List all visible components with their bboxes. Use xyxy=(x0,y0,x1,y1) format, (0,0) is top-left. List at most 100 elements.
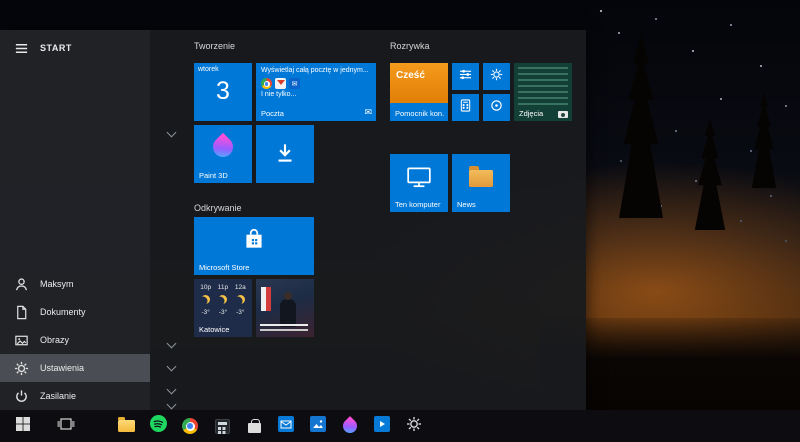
taskbar-chrome[interactable] xyxy=(174,410,206,442)
tile-tips[interactable]: Cześć Pomocnik kon... xyxy=(390,63,448,121)
tree-silhouette xyxy=(618,34,664,218)
taskbar-file-explorer[interactable] xyxy=(110,410,142,442)
rail-item-label: Dokumenty xyxy=(40,307,86,317)
taskbar xyxy=(0,410,800,442)
pinned-apps xyxy=(110,410,430,442)
chevron-down-icon[interactable] xyxy=(166,384,177,395)
taskbar-photos[interactable] xyxy=(302,410,334,442)
taskbar-paint3d[interactable] xyxy=(334,410,366,442)
rail-item-settings[interactable]: Ustawienia xyxy=(0,354,150,382)
chevron-down-icon[interactable] xyxy=(166,361,177,372)
rail-item-label: Obrazy xyxy=(40,335,70,345)
menu-expand-button[interactable]: START xyxy=(0,34,150,62)
tile-label: Poczta xyxy=(261,109,284,118)
calculator-icon xyxy=(214,418,230,434)
paint3d-icon xyxy=(340,416,360,436)
tile-this-pc[interactable]: Ten komputer xyxy=(390,154,448,212)
tile-mail[interactable]: Wyświetlaj całą pocztę w jednym... I nie… xyxy=(256,63,376,121)
tile-news-app[interactable]: News xyxy=(452,154,510,212)
hamburger-icon xyxy=(13,40,29,56)
taskbar-spotify[interactable] xyxy=(142,410,174,442)
file-explorer-icon xyxy=(117,417,135,432)
chrome-icon xyxy=(261,78,272,90)
forecast-temp: -3° xyxy=(201,309,210,316)
paint-drop-icon xyxy=(208,132,238,162)
moon-icon xyxy=(218,295,227,304)
envelope-icon: ✉ xyxy=(364,107,372,117)
chrome-icon xyxy=(182,418,198,434)
photos-icon xyxy=(310,415,326,437)
forecast-hour: 10p xyxy=(200,284,212,291)
headline-text-lines xyxy=(260,324,308,333)
taskbar-calculator[interactable] xyxy=(206,410,238,442)
tree-silhouette xyxy=(751,92,777,188)
weather-forecast: 10p -3° 11p -3° 12a -3° xyxy=(194,279,252,316)
document-icon xyxy=(13,304,29,320)
monitor-icon xyxy=(406,166,432,193)
gear-icon xyxy=(490,68,503,86)
tile-photos[interactable]: Zdjęcia xyxy=(514,63,572,121)
taskbar-mail[interactable] xyxy=(270,410,302,442)
forecast-temp: -3° xyxy=(236,309,245,316)
image-icon xyxy=(13,332,29,348)
tile-label: Paint 3D xyxy=(199,171,228,180)
tile-label: Katowice xyxy=(199,325,230,334)
rail-item-pictures[interactable]: Obrazy xyxy=(0,326,150,354)
chevron-down-icon[interactable] xyxy=(166,399,177,410)
group-title-rozrywka: Rozrywka xyxy=(390,41,430,51)
rail-item-power[interactable]: Zasilanie xyxy=(0,382,150,410)
moon-icon xyxy=(236,295,245,304)
tile-label: News xyxy=(457,200,476,209)
desktop: START Maksym Dokumenty Obrazy Ustawienia… xyxy=(0,0,800,442)
start-button[interactable] xyxy=(0,410,46,442)
tile-small-calculator[interactable] xyxy=(452,94,479,121)
rail-item-documents[interactable]: Dokumenty xyxy=(0,298,150,326)
calendar-day-number: 3 xyxy=(216,76,230,105)
tile-microsoft-store[interactable]: Microsoft Store xyxy=(194,217,314,275)
photo-preview xyxy=(518,67,568,107)
tile-small-dial[interactable] xyxy=(483,94,510,121)
gear-icon xyxy=(13,360,29,376)
chevron-down-icon[interactable] xyxy=(166,338,177,349)
settings-icon xyxy=(406,416,422,437)
start-menu-rail: START Maksym Dokumenty Obrazy Ustawienia… xyxy=(0,30,150,410)
flag-graphic xyxy=(261,287,271,311)
download-arrow-icon xyxy=(272,140,298,171)
task-view-icon xyxy=(57,417,75,436)
tile-small-gear[interactable] xyxy=(483,63,510,90)
group-title-odkrywanie: Odkrywanie xyxy=(194,203,242,213)
user-icon xyxy=(13,276,29,292)
tile-weather[interactable]: 10p -3° 11p -3° 12a -3° Katowice xyxy=(194,279,252,337)
tile-paint3d[interactable]: Paint 3D xyxy=(194,125,252,183)
taskbar-settings[interactable] xyxy=(398,410,430,442)
outlook-icon xyxy=(289,78,300,90)
gmail-icon xyxy=(275,78,286,90)
forecast-hour: 12a xyxy=(234,284,246,291)
taskbar-store[interactable] xyxy=(238,410,270,442)
calendar-day-name: wtorek xyxy=(198,66,219,73)
tile-calendar[interactable]: wtorek 3 xyxy=(194,63,252,121)
chevron-down-icon[interactable] xyxy=(166,127,177,138)
task-view-button[interactable] xyxy=(46,410,86,442)
tile-news-story[interactable] xyxy=(256,279,314,337)
tile-download-pending[interactable] xyxy=(256,125,314,183)
folder-icon xyxy=(469,166,493,187)
shopping-bag-icon xyxy=(241,226,267,257)
rail-item-user[interactable]: Maksym xyxy=(0,270,150,298)
rail-item-label: Ustawienia xyxy=(40,363,85,373)
store-icon xyxy=(247,419,261,433)
mail-account-icons xyxy=(256,75,376,90)
sliders-icon xyxy=(459,68,472,86)
camera-icon xyxy=(558,111,568,118)
forecast-hour: 11p xyxy=(217,284,229,291)
tile-label: Ten komputer xyxy=(395,200,441,209)
calculator-icon xyxy=(459,98,472,117)
mail-headline: Wyświetlaj całą pocztę w jednym... xyxy=(261,67,369,74)
taskbar-movies-tv[interactable] xyxy=(366,410,398,442)
forecast-column: 11p -3° xyxy=(214,284,231,316)
windows-start-icon xyxy=(15,416,31,437)
rail-item-label: Maksym xyxy=(40,279,74,289)
stars xyxy=(600,10,602,12)
tile-small-equalizer[interactable] xyxy=(452,63,479,90)
spotify-icon xyxy=(149,415,167,437)
